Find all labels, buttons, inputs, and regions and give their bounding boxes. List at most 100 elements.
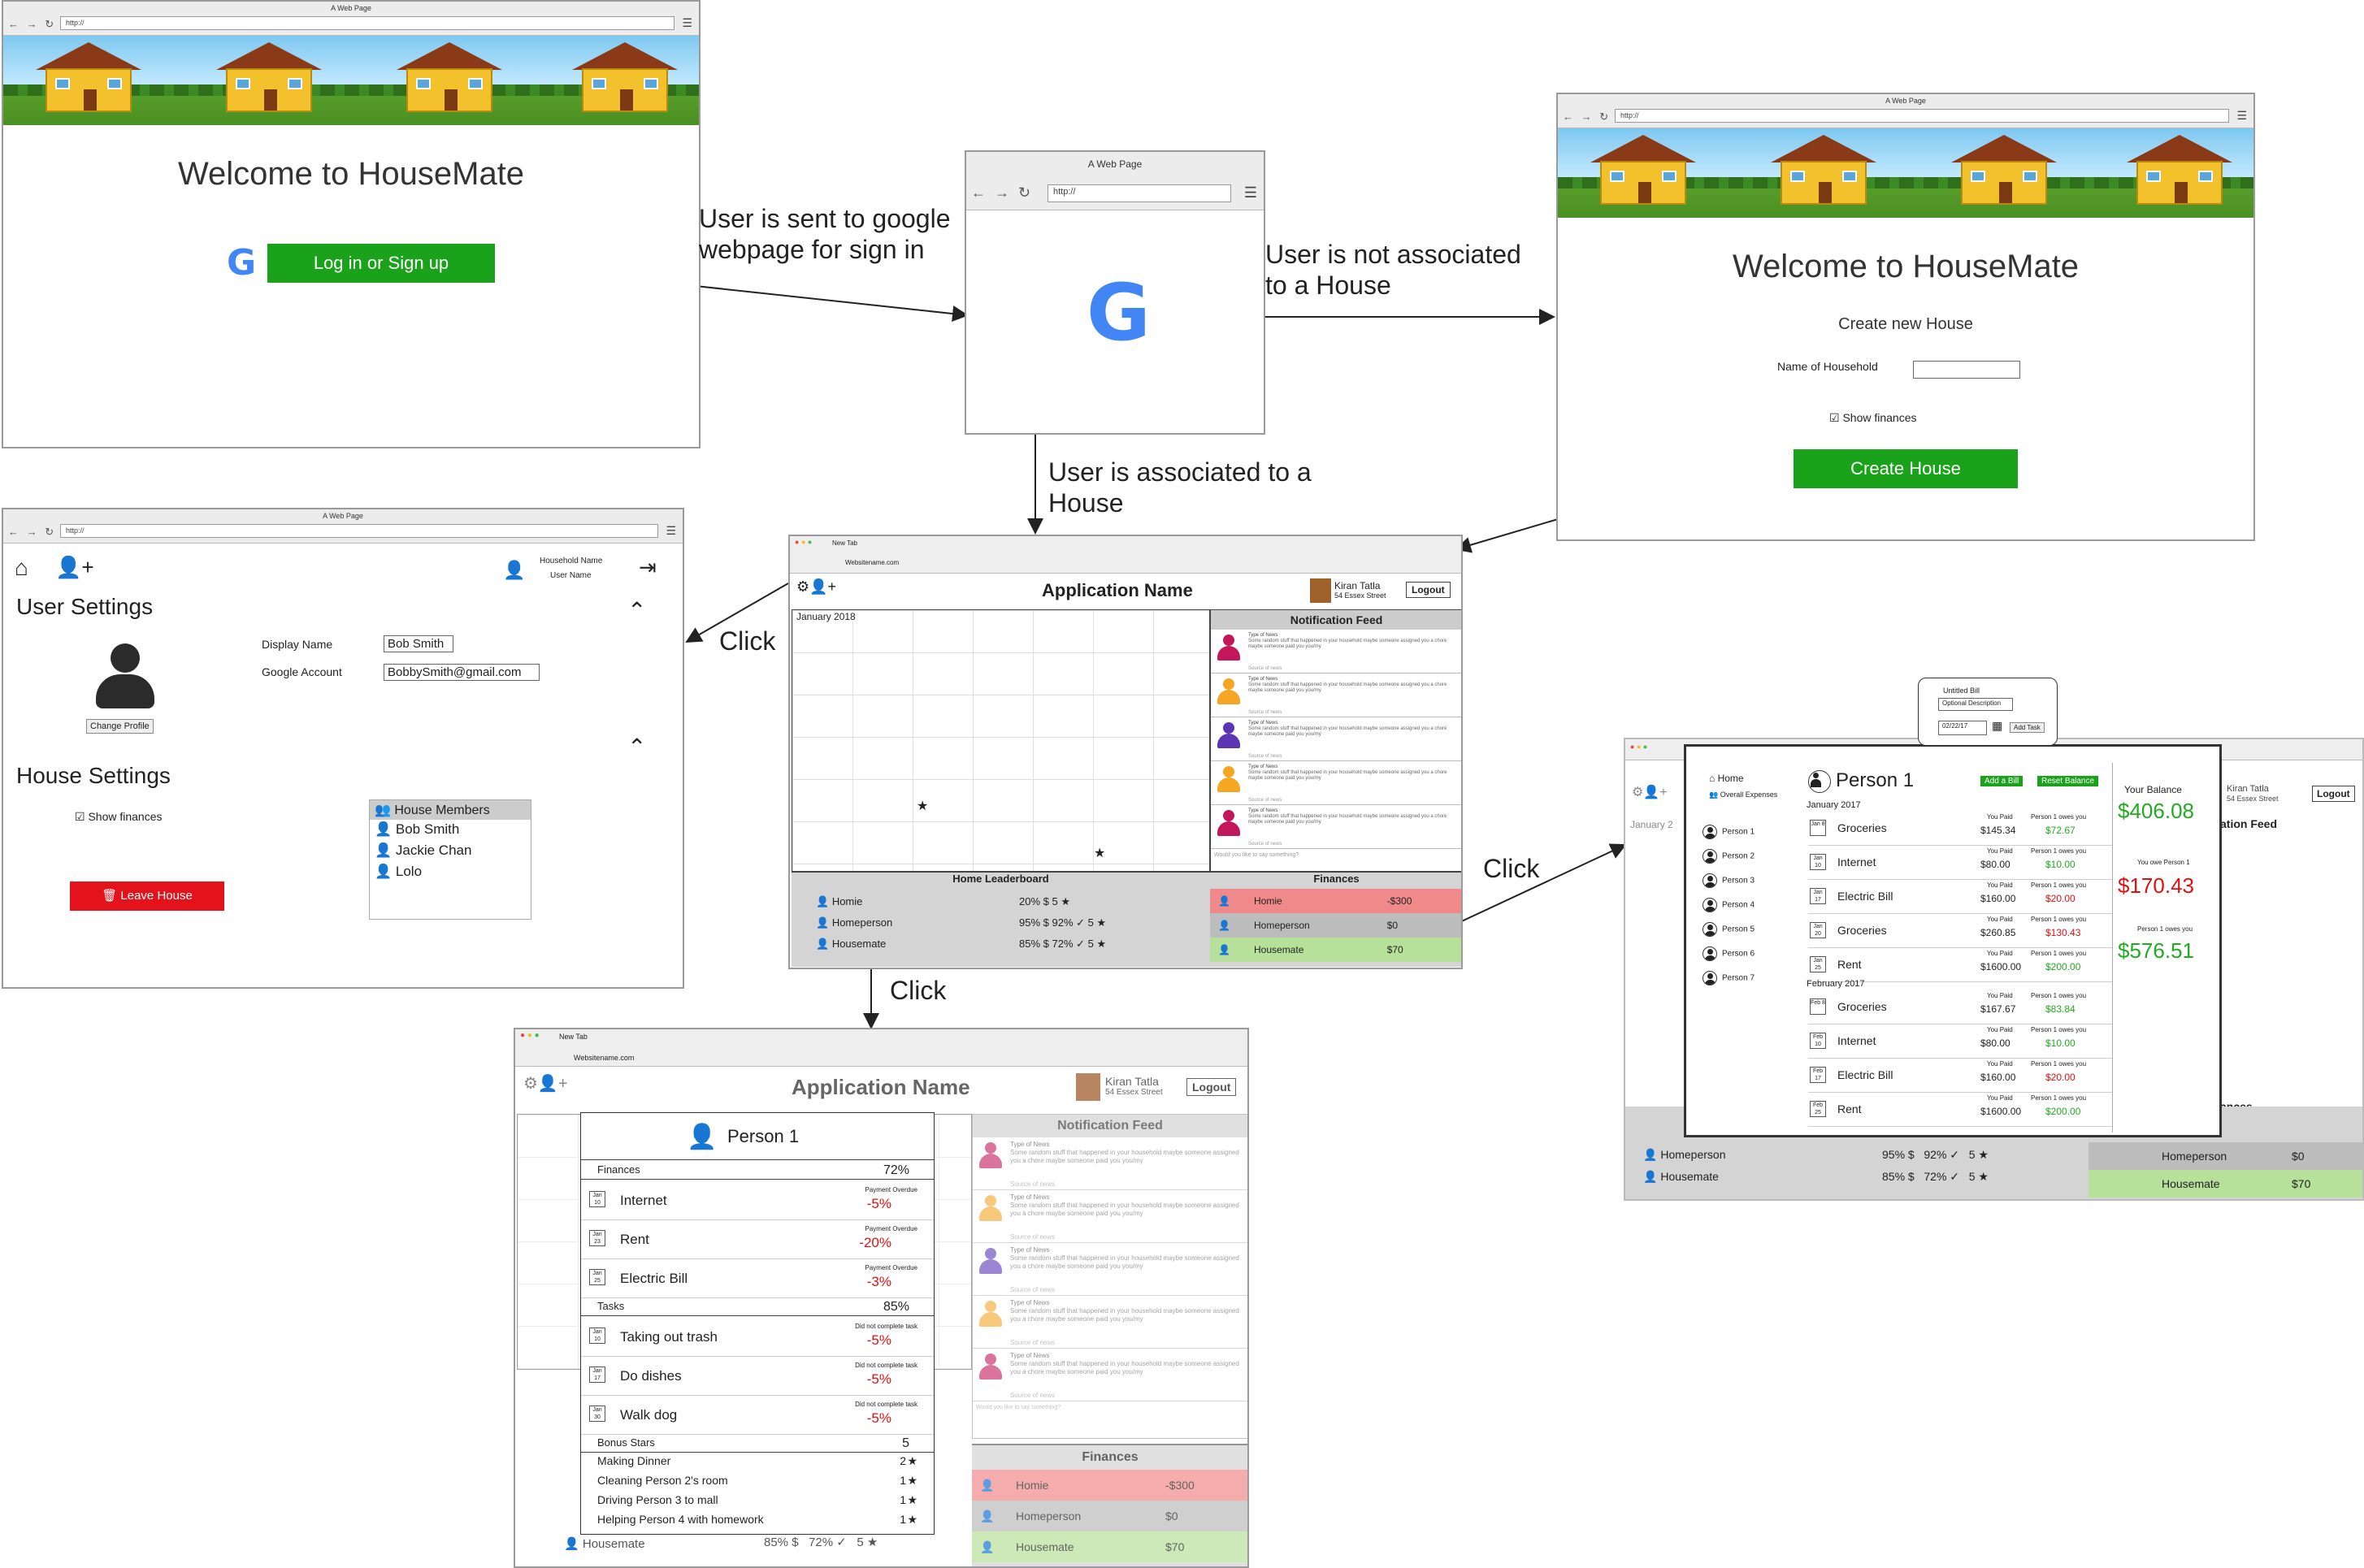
bill-row[interactable]: Jan 25 Rent You Paid $1600.00 Person 1 owes …	[1808, 948, 2112, 982]
leave-house-button[interactable]: 🗑 Leave House	[70, 881, 224, 911]
nav-buttons[interactable]: ← → ↻	[1563, 110, 1611, 123]
settings-icon[interactable]: ⚙👤+	[796, 578, 836, 596]
url-bar[interactable]: http://	[60, 524, 658, 538]
collapse-house-icon[interactable]: ⌃	[627, 734, 646, 760]
bill-row[interactable]: Jan 20 Groceries You Paid $260.85 Person 1 o…	[1808, 914, 2112, 948]
feed-input[interactable]: Would you like to say something?	[976, 1405, 1061, 1410]
notification-item[interactable]: Type of News Some random stuff that happe…	[1211, 674, 1461, 717]
login-button[interactable]: Log in or Sign up	[267, 244, 495, 283]
leaderboard-row[interactable]: 👤 Homeperson 95% $ 92% ✓ 5 ★	[816, 916, 1190, 929]
calendar[interactable]	[792, 609, 1210, 873]
logout-button[interactable]: Logout	[2312, 786, 2355, 802]
household-input[interactable]	[1913, 361, 2020, 379]
finance-row[interactable]: 👤 Homie -$300	[972, 1470, 1247, 1501]
popup-date-input[interactable]: 02/22/17	[1938, 721, 1987, 735]
logout-button[interactable]: Logout	[1186, 1078, 1237, 1096]
calendar-icon[interactable]: ▦	[1992, 719, 2002, 733]
finance-row-housemate[interactable]: Housemate $70	[2089, 1170, 2362, 1198]
detail-item[interactable]: Jan 10 Taking out trash Did not complete t…	[581, 1318, 934, 1357]
home-icon[interactable]: ⌂	[15, 555, 28, 581]
url-bar[interactable]: http://	[1615, 109, 2229, 123]
nav-buttons[interactable]: ← → ↻	[8, 526, 56, 539]
google-account-input[interactable]: BobbySmith@gmail.com	[384, 664, 540, 681]
person-item[interactable]: Person 7	[1703, 971, 1755, 985]
nav-buttons[interactable]: ← → ↻	[8, 18, 56, 31]
notification-item[interactable]: Type of News Some random stuff that happe…	[1211, 805, 1461, 849]
url-bar[interactable]: Websitename.com	[845, 559, 899, 566]
news-type: Type of News	[1248, 765, 1278, 769]
sidebar-overall-expenses[interactable]: 👥 Overall Expenses	[1709, 790, 1777, 799]
detail-item[interactable]: Jan 17 Do dishes Did not complete task -5%	[581, 1357, 934, 1396]
logout-button[interactable]: Logout	[1406, 582, 1451, 598]
notification-item[interactable]: Type of News Some random stuff that happe…	[973, 1296, 1247, 1349]
menu-icon[interactable]: ☰	[666, 524, 676, 538]
bill-row[interactable]: Feb 10 Internet You Paid $80.00 Person 1 owe…	[1808, 1024, 2112, 1059]
collapse-user-icon[interactable]: ⌃	[627, 597, 646, 624]
change-profile-button[interactable]: Change Profile	[86, 719, 154, 734]
finance-row[interactable]: 👤 Homie -$300	[1210, 889, 1461, 913]
menu-icon[interactable]: ☰	[2236, 109, 2247, 123]
leaderboard-row[interactable]: 👤 Homie 20% $ 5 ★	[816, 895, 1190, 908]
person-item[interactable]: Person 6	[1703, 946, 1755, 961]
member-item[interactable]: 👤 Jackie Chan	[375, 842, 471, 859]
detail-item[interactable]: Jan 30 Walk dog Did not complete task -5%	[581, 1396, 934, 1435]
bill-row[interactable]: Jan 8 Groceries You Paid $145.34 Person 1 ow…	[1808, 812, 2112, 846]
person-item[interactable]: Person 1	[1703, 825, 1755, 839]
bill-row[interactable]: Feb 17 Electric Bill You Paid $160.00 Person…	[1808, 1059, 2112, 1093]
finance-row[interactable]: 👤 Homeperson $0	[1210, 913, 1461, 938]
person-name: Person 5	[1722, 925, 1755, 934]
person-item[interactable]: Person 3	[1703, 873, 1755, 888]
notification-item[interactable]: Type of News Some random stuff that happe…	[973, 1190, 1247, 1243]
reset-balance-button[interactable]: Reset Balance	[2037, 776, 2099, 786]
nav-buttons[interactable]: ← → ↻	[971, 184, 1033, 201]
finance-row[interactable]: 👤 Housemate $70	[1210, 938, 1461, 962]
finance-row-homeperson[interactable]: Homeperson $0	[2089, 1142, 2362, 1170]
detail-item[interactable]: Jan 25 Electric Bill Payment Overdue -3%	[581, 1259, 934, 1298]
bill-row[interactable]: Jan 10 Internet You Paid $80.00 Person 1 owe…	[1808, 846, 2112, 880]
url-bar[interactable]: http://	[1048, 184, 1231, 202]
finances-panel[interactable]: Finances 👤 Homie -$300 👤 Homeperson $0 👤 Housem…	[1210, 871, 1461, 967]
notification-item[interactable]: Type of News Some random stuff that happe…	[973, 1349, 1247, 1401]
bill-row[interactable]: Feb 8 Groceries You Paid $167.67 Person 1 ow…	[1808, 990, 2112, 1024]
notification-item[interactable]: Type of News Some random stuff that happe…	[1211, 761, 1461, 805]
finance-row[interactable]: 👤 Housemate $70	[972, 1531, 1247, 1562]
tab-new[interactable]: New Tab	[832, 539, 857, 547]
bill-row[interactable]: Jan 17 Electric Bill You Paid $160.00 Person…	[1808, 880, 2112, 914]
detail-item[interactable]: Jan 23 Rent Payment Overdue -20%	[581, 1220, 934, 1259]
create-house-button[interactable]: Create House	[1794, 449, 2018, 488]
bill-row[interactable]: Feb 25 Rent You Paid $1600.00 Person 1 owes …	[1808, 1093, 2112, 1127]
sidebar-home[interactable]: ⌂ Home	[1709, 773, 1744, 784]
add-bill-button[interactable]: Add a Bill	[1980, 776, 2023, 786]
person-item[interactable]: Person 4	[1703, 898, 1755, 912]
add-user-icon[interactable]: 👤+	[55, 555, 94, 580]
leaderboard-row[interactable]: 👤 Housemate 85% $ 72% ✓ 5 ★	[816, 938, 1190, 951]
url-bar[interactable]: Websitename.com	[574, 1054, 634, 1062]
notification-item[interactable]: Type of News Some random stuff that happe…	[973, 1243, 1247, 1296]
notification-item[interactable]: Type of News Some random stuff that happe…	[1211, 717, 1461, 761]
menu-icon[interactable]: ☰	[682, 16, 692, 30]
settings-icon[interactable]: ⚙👤+	[523, 1073, 568, 1094]
url-bar[interactable]: http://	[60, 16, 674, 30]
popup-add-button[interactable]: Add Task	[2010, 722, 2045, 733]
notification-item[interactable]: Type of News Some random stuff that happe…	[1211, 630, 1461, 674]
bonus-item: Helping Person 4 with homework 1 ★	[597, 1513, 917, 1532]
person-item[interactable]: Person 5	[1703, 922, 1755, 937]
settings-icon[interactable]: ⚙👤+	[1632, 784, 1668, 800]
popup-description-input[interactable]: Optional Description	[1938, 698, 2013, 711]
member-item[interactable]: 👤 Lolo	[375, 864, 422, 880]
show-finances-checkbox[interactable]: ☑ Show finances	[1829, 411, 1917, 425]
person-item[interactable]: Person 2	[1703, 849, 1755, 864]
display-name-input[interactable]: Bob Smith	[384, 635, 453, 652]
paid-value: $1600.00	[1980, 961, 2022, 972]
house-show-finances-checkbox[interactable]: ☑ Show finances	[75, 810, 163, 824]
tab-new[interactable]: New Tab	[559, 1033, 588, 1041]
finance-name: Homie	[1016, 1479, 1049, 1492]
calendar-icon: Jan 17	[1810, 888, 1826, 904]
menu-icon[interactable]: ☰	[1244, 184, 1257, 201]
notification-item[interactable]: Type of News Some random stuff that happe…	[973, 1137, 1247, 1190]
detail-item[interactable]: Jan 10 Internet Payment Overdue -5%	[581, 1181, 934, 1220]
feed-input[interactable]: Would you like to say something?	[1214, 852, 1299, 858]
finance-row[interactable]: 👤 Homeperson $0	[972, 1501, 1247, 1531]
member-item[interactable]: 👤 Bob Smith	[375, 821, 459, 838]
logout-icon[interactable]: ⇥	[639, 555, 657, 580]
